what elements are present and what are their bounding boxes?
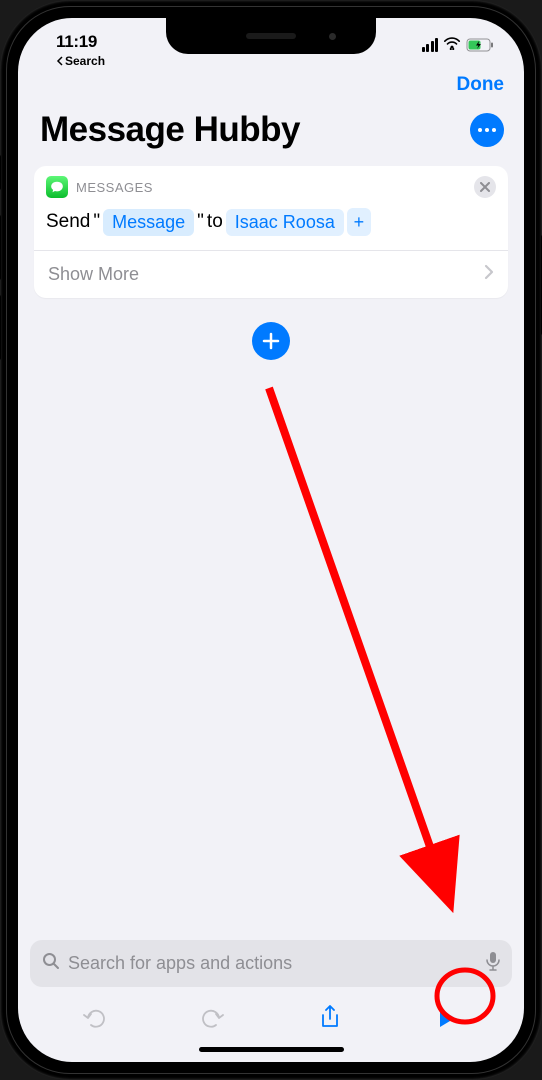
- search-input[interactable]: Search for apps and actions: [68, 953, 478, 974]
- done-button[interactable]: Done: [457, 74, 505, 96]
- search-bar[interactable]: Search for apps and actions: [30, 940, 512, 987]
- more-button[interactable]: [470, 113, 504, 147]
- action-body[interactable]: Send " Message " to Isaac Roosa +: [34, 202, 508, 250]
- microphone-icon[interactable]: [486, 951, 500, 976]
- home-indicator[interactable]: [199, 1047, 344, 1052]
- add-action-button[interactable]: [252, 322, 290, 360]
- action-card: MESSAGES Send " Message " to Isaac Roosa…: [34, 166, 508, 298]
- undo-button[interactable]: [73, 1007, 117, 1029]
- signal-icon: [422, 38, 439, 52]
- show-more-row[interactable]: Show More: [34, 250, 508, 298]
- app-name-label: MESSAGES: [76, 180, 466, 195]
- wifi-icon: [443, 35, 461, 55]
- battery-icon: [466, 38, 494, 52]
- remove-action-button[interactable]: [474, 176, 496, 198]
- message-token[interactable]: Message: [103, 209, 194, 236]
- share-button[interactable]: [308, 1005, 352, 1031]
- recipient-token[interactable]: Isaac Roosa: [226, 209, 344, 236]
- page-title: Message Hubby: [40, 110, 300, 150]
- bottom-toolbar: [18, 993, 524, 1037]
- chevron-right-icon: [484, 263, 494, 286]
- add-recipient-button[interactable]: +: [347, 208, 371, 236]
- redo-button[interactable]: [190, 1007, 234, 1029]
- status-time: 11:19: [56, 32, 105, 52]
- play-button[interactable]: [425, 1007, 469, 1029]
- messages-app-icon: [46, 176, 68, 198]
- search-icon: [42, 952, 60, 975]
